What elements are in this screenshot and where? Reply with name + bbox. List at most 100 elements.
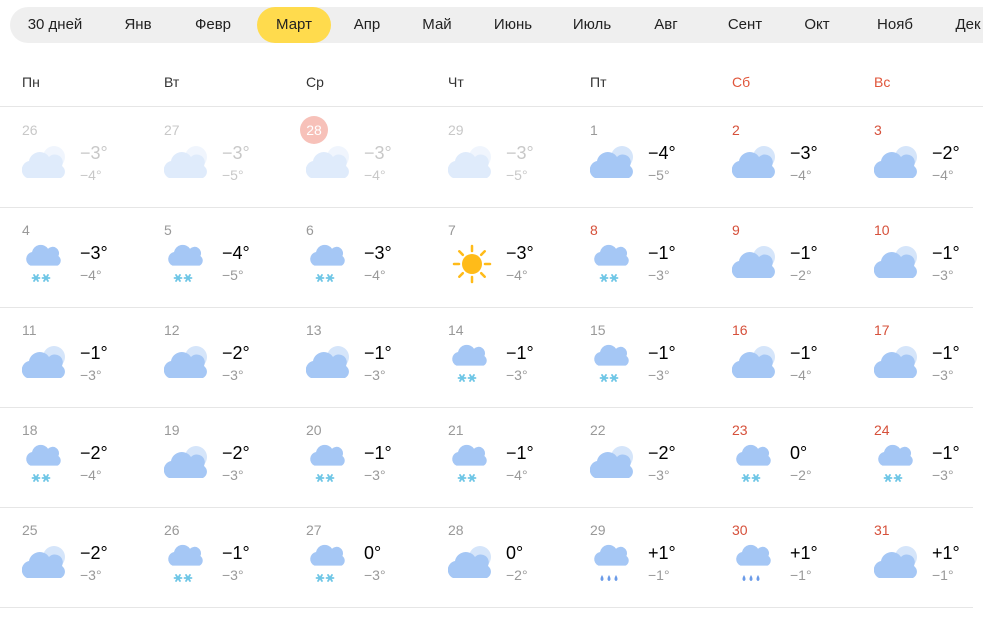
day-cell[interactable]: 26 −3° −4° xyxy=(10,108,152,208)
tab-month-12[interactable]: Дек xyxy=(938,7,983,43)
tab-month-3[interactable]: Март xyxy=(257,7,331,43)
temp-max: 0° xyxy=(790,443,808,463)
tab-month-6[interactable]: Июнь xyxy=(476,7,550,43)
day-cell[interactable]: 25 −2° −3° xyxy=(10,508,152,608)
temp-max: −1° xyxy=(364,343,392,363)
cloud-snow-icon xyxy=(306,442,354,484)
day-number: 19 xyxy=(164,422,180,438)
day-cell[interactable]: 24 −1° −3° xyxy=(862,408,983,508)
day-cell[interactable]: 31 +1° −1° xyxy=(862,508,983,608)
cloud-sun-icon xyxy=(873,142,922,184)
day-cell[interactable]: 2 −3° −4° xyxy=(720,108,862,208)
day-cell[interactable]: 6 −3° −4° xyxy=(294,208,436,308)
weekday-label: Пт xyxy=(590,74,607,90)
temp-min: −1° xyxy=(932,567,954,583)
temp-min: −2° xyxy=(506,567,528,583)
cloud-sun-icon xyxy=(21,542,70,584)
day-cell[interactable]: 7 −3° −4° xyxy=(436,208,578,308)
temp-min: −4° xyxy=(790,367,812,383)
day-cell[interactable]: 10 −1° −3° xyxy=(862,208,983,308)
day-cell[interactable]: 8 −1° −3° xyxy=(578,208,720,308)
day-number: 21 xyxy=(448,422,464,438)
temp-max: −1° xyxy=(932,243,960,263)
tab-month-2[interactable]: Февр xyxy=(180,7,246,43)
cloud-sun-icon xyxy=(873,342,922,384)
cloud-snow-icon xyxy=(164,542,212,584)
day-number: 29 xyxy=(448,122,464,138)
day-cell[interactable]: 20 −1° −3° xyxy=(294,408,436,508)
temp-min: −3° xyxy=(506,367,528,383)
day-cell[interactable]: 12 −2° −3° xyxy=(152,308,294,408)
temp-max: −3° xyxy=(364,143,392,163)
temp-max: −3° xyxy=(80,143,108,163)
temp-max: −3° xyxy=(506,143,534,163)
day-number: 30 xyxy=(732,522,748,538)
weekday-label: Вс xyxy=(874,74,891,90)
day-cell[interactable]: 1 −4° −5° xyxy=(578,108,720,208)
day-cell[interactable]: 16 −1° −4° xyxy=(720,308,862,408)
day-cell[interactable]: 15 −1° −3° xyxy=(578,308,720,408)
temp-max: −2° xyxy=(80,443,108,463)
day-cell[interactable]: 29 −3° −5° xyxy=(436,108,578,208)
day-cell[interactable]: 5 −4° −5° xyxy=(152,208,294,308)
day-number: 28 xyxy=(448,522,464,538)
temp-max: −1° xyxy=(364,443,392,463)
day-number: 24 xyxy=(874,422,890,438)
day-number: 12 xyxy=(164,322,180,338)
day-number: 28 xyxy=(300,116,328,144)
day-cell[interactable]: 18 −2° −4° xyxy=(10,408,152,508)
tab-month-4[interactable]: Апр xyxy=(334,7,400,43)
cloud-sun-icon xyxy=(873,542,922,584)
day-number: 4 xyxy=(22,222,30,238)
calendar-week-row: 18 −2° −4° 19 −2° −3° 20 −1° −3° 21 −1° −4° 22 −2° −3°… xyxy=(0,408,973,508)
day-number: 27 xyxy=(164,122,180,138)
day-cell[interactable]: 29 +1° −1° xyxy=(578,508,720,608)
day-cell[interactable]: 11 −1° −3° xyxy=(10,308,152,408)
day-cell[interactable]: 23 0° −2° xyxy=(720,408,862,508)
temp-max: −3° xyxy=(80,243,108,263)
day-cell[interactable]: 26 −1° −3° xyxy=(152,508,294,608)
tab-month-1[interactable]: Янв xyxy=(106,7,170,43)
day-cell[interactable]: 13 −1° −3° xyxy=(294,308,436,408)
day-cell[interactable]: 28 −3° −4° xyxy=(294,108,436,208)
temp-max: −1° xyxy=(80,343,108,363)
month-tabs: 30 дней Янв Февр Март Апр Май Июнь Июль Авг Сент О… xyxy=(10,7,983,43)
temp-max: −1° xyxy=(932,343,960,363)
temp-max: −2° xyxy=(932,143,960,163)
tab-month-9[interactable]: Сент xyxy=(708,7,782,43)
tab-month-11[interactable]: Нояб xyxy=(856,7,934,43)
weekday-label: Сб xyxy=(732,74,751,90)
day-cell[interactable]: 22 −2° −3° xyxy=(578,408,720,508)
day-number: 2 xyxy=(732,122,740,138)
tab-month-7[interactable]: Июль xyxy=(554,7,630,43)
day-number: 26 xyxy=(22,122,38,138)
day-number: 20 xyxy=(306,422,322,438)
day-cell[interactable]: 17 −1° −3° xyxy=(862,308,983,408)
temp-min: −3° xyxy=(364,467,386,483)
day-number: 8 xyxy=(590,222,598,238)
cloud-sun-icon xyxy=(731,342,780,384)
weekday-label: Пн xyxy=(22,74,40,90)
cloud-rain-icon xyxy=(590,542,638,584)
temp-min: −3° xyxy=(932,367,954,383)
day-cell[interactable]: 14 −1° −3° xyxy=(436,308,578,408)
day-cell[interactable]: 27 −3° −5° xyxy=(152,108,294,208)
day-number: 15 xyxy=(590,322,606,338)
cloud-rain-icon xyxy=(732,542,780,584)
day-cell[interactable]: 4 −3° −4° xyxy=(10,208,152,308)
temp-max: −4° xyxy=(222,243,250,263)
day-cell[interactable]: 28 0° −2° xyxy=(436,508,578,608)
temp-min: −4° xyxy=(506,267,528,283)
day-cell[interactable]: 9 −1° −2° xyxy=(720,208,862,308)
day-cell[interactable]: 3 −2° −4° xyxy=(862,108,983,208)
tab-month-5[interactable]: Май xyxy=(405,7,469,43)
weekday-label: Вт xyxy=(164,74,180,90)
day-cell[interactable]: 19 −2° −3° xyxy=(152,408,294,508)
day-cell[interactable]: 21 −1° −4° xyxy=(436,408,578,508)
tab-month-8[interactable]: Авг xyxy=(634,7,698,43)
tab-month-10[interactable]: Окт xyxy=(786,7,848,43)
day-cell[interactable]: 27 0° −3° xyxy=(294,508,436,608)
temp-min: −3° xyxy=(222,567,244,583)
tab-month-0[interactable]: 30 дней xyxy=(10,7,100,43)
day-cell[interactable]: 30 +1° −1° xyxy=(720,508,862,608)
